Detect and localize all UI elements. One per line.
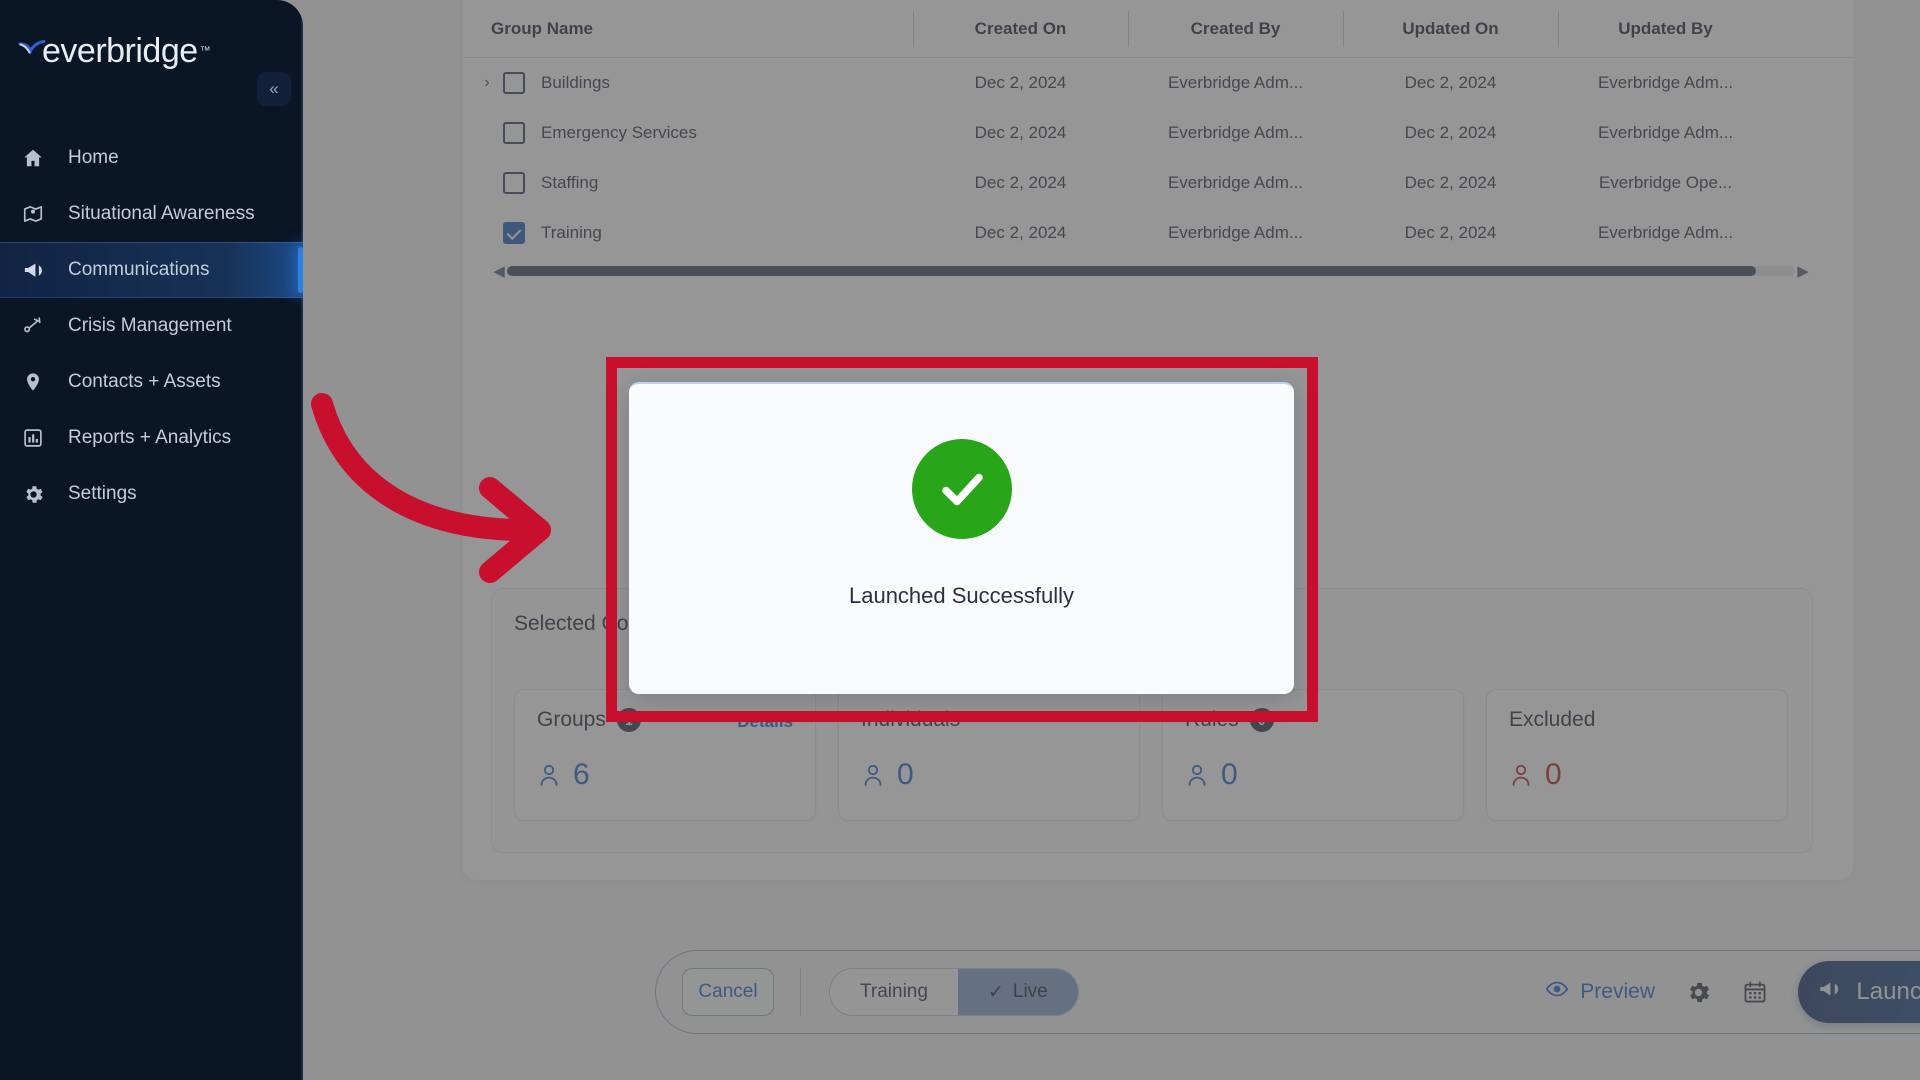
location-pin-icon bbox=[22, 369, 56, 395]
sidebar-item-label: Communications bbox=[68, 259, 210, 281]
gear-icon bbox=[22, 481, 56, 507]
bar-chart-icon bbox=[22, 425, 56, 451]
screen-root: Group Name Created On Created By Updated… bbox=[0, 0, 1920, 1080]
sidebar: everbridge ™ « Home bbox=[0, 0, 303, 1080]
sidebar-item-label: Home bbox=[68, 147, 119, 169]
sidebar-item-crisis-management[interactable]: Crisis Management bbox=[0, 298, 303, 354]
sidebar-item-label: Contacts + Assets bbox=[68, 371, 221, 393]
sidebar-item-label: Crisis Management bbox=[68, 315, 232, 337]
sidebar-nav: Home Situational Awareness bbox=[0, 130, 303, 522]
sidebar-item-reports-analytics[interactable]: Reports + Analytics bbox=[0, 410, 303, 466]
home-icon bbox=[22, 145, 56, 171]
sidebar-item-label: Situational Awareness bbox=[68, 203, 255, 225]
chevron-double-left-icon: « bbox=[269, 79, 278, 99]
sidebar-item-communications[interactable]: Communications bbox=[0, 242, 303, 298]
sidebar-item-contacts-assets[interactable]: Contacts + Assets bbox=[0, 354, 303, 410]
sidebar-item-label: Reports + Analytics bbox=[68, 427, 231, 449]
brand-logo: everbridge ™ bbox=[0, 0, 303, 72]
sidebar-collapse-button[interactable]: « bbox=[257, 72, 291, 106]
map-pin-icon bbox=[22, 201, 56, 227]
green-check-circle-icon bbox=[912, 439, 1012, 539]
sidebar-item-settings[interactable]: Settings bbox=[0, 466, 303, 522]
brand-name: everbridge bbox=[42, 32, 198, 71]
modal-message: Launched Successfully bbox=[849, 583, 1074, 609]
app-surface: Group Name Created On Created By Updated… bbox=[0, 0, 1920, 1080]
everbridge-mark-icon bbox=[18, 40, 48, 66]
brand-trademark: ™ bbox=[200, 45, 211, 57]
sidebar-item-situational-awareness[interactable]: Situational Awareness bbox=[0, 186, 303, 242]
megaphone-icon bbox=[22, 257, 56, 283]
sidebar-item-home[interactable]: Home bbox=[0, 130, 303, 186]
sidebar-item-label: Settings bbox=[68, 483, 137, 505]
launch-success-modal: Launched Successfully bbox=[629, 382, 1294, 694]
network-nodes-icon bbox=[22, 313, 56, 339]
